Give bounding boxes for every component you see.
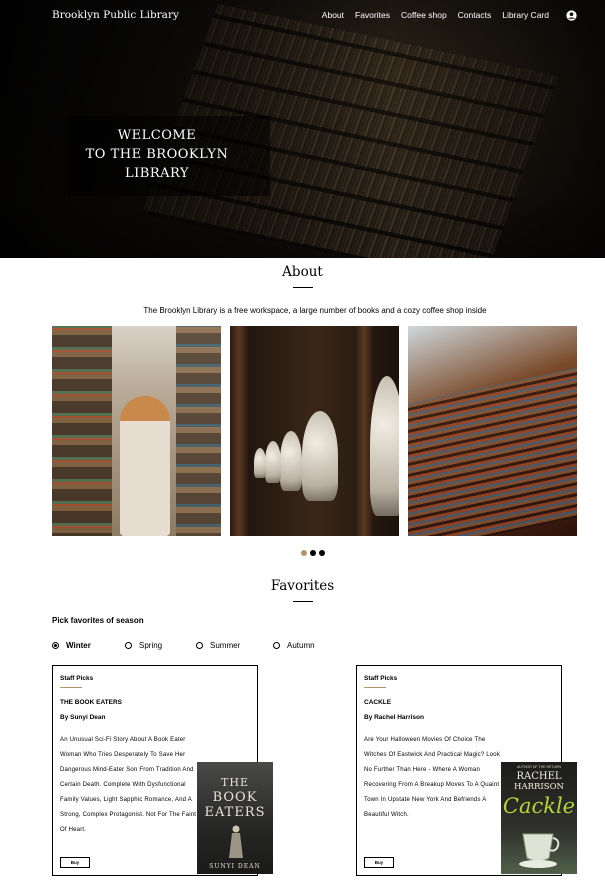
hero-welcome-heading: WELCOME TO THE BROOKLYN LIBRARY (68, 126, 246, 183)
about-slider-pagination (301, 550, 325, 556)
nav-link-coffee-shop[interactable]: Coffee shop (401, 10, 447, 20)
about-title: About (282, 264, 323, 280)
season-summer[interactable]: Summer (196, 641, 240, 650)
radio-summer[interactable] (196, 642, 203, 649)
book-cover-the-book-eaters: THE BOOK EATERS SUNYI DEAN (197, 762, 273, 874)
book-cover-cackle: AUTHOR OF THE RETURN RACHEL HARRISON Cac… (501, 762, 577, 874)
season-spring[interactable]: Spring (125, 641, 162, 650)
season-autumn[interactable]: Autumn (273, 641, 315, 650)
book-eaters-figure-icon (229, 825, 243, 858)
nav-link-contacts[interactable]: Contacts (458, 10, 492, 20)
welcome-line-3: LIBRARY (125, 166, 189, 181)
favorites-title: Favorites (270, 578, 335, 594)
about-description: The Brooklyn Library is a free workspace… (143, 306, 487, 315)
book-title: THE BOOK EATERS (60, 699, 122, 706)
book-description: An Unusual Sci-Fi Story About A Book Eat… (60, 737, 197, 833)
book-author: By Sunyi Dean (60, 714, 106, 721)
favorites-title-divider (293, 601, 313, 602)
slider-dot-2[interactable] (310, 550, 316, 556)
about-title-divider (293, 287, 313, 288)
welcome-line-2: TO THE BROOKLYN (85, 147, 229, 162)
buy-button[interactable]: Buy (364, 857, 394, 868)
slider-dot-1[interactable] (301, 550, 307, 556)
staff-picks-label: Staff Picks (364, 675, 398, 682)
radio-spring[interactable] (125, 642, 132, 649)
nav-menu: About Favorites Coffee shop Contacts Lib… (322, 10, 549, 20)
radio-autumn[interactable] (273, 642, 280, 649)
nav-link-favorites[interactable]: Favorites (355, 10, 390, 20)
teacup-icon (519, 833, 560, 868)
welcome-line-1: WELCOME (117, 128, 197, 143)
season-winter[interactable]: Winter (52, 641, 91, 650)
book-author: By Rachel Harrison (364, 714, 424, 721)
top-navigation: Brooklyn Public Library About Favorites … (0, 0, 605, 32)
nav-link-about[interactable]: About (322, 10, 344, 20)
slider-dot-3[interactable] (319, 550, 325, 556)
book-description: Are Your Halloween Movies Of Choice The … (364, 737, 501, 818)
user-circle-icon[interactable] (566, 10, 577, 21)
nav-link-library-card[interactable]: Library Card (502, 10, 549, 20)
pick-favorites-label: Pick favorites of season (52, 616, 144, 625)
about-photo-library-hall (408, 326, 577, 536)
staff-picks-label: Staff Picks (60, 675, 94, 682)
book-title: CACKLE (364, 699, 392, 706)
brand-logo[interactable]: Brooklyn Public Library (52, 9, 179, 21)
about-photo-busts (230, 326, 399, 536)
radio-winter[interactable] (52, 642, 59, 649)
buy-button[interactable]: Buy (60, 857, 90, 868)
about-photo-reader (52, 326, 221, 536)
